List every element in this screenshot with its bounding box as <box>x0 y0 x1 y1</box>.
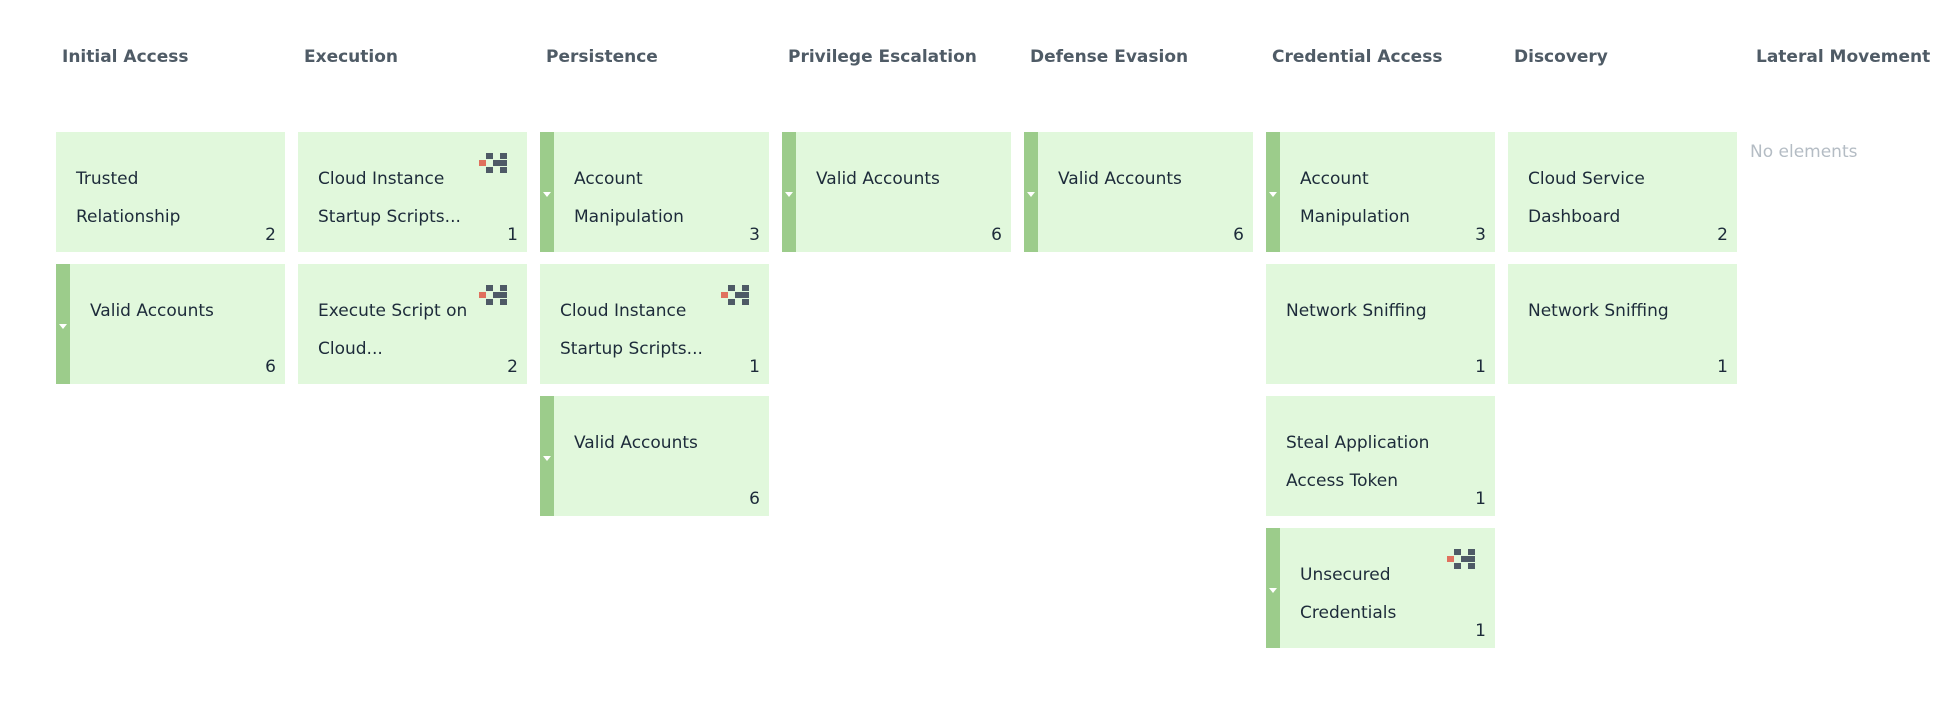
technique-name: Account Manipulation <box>574 169 684 227</box>
tactic-title[interactable]: Credential Access <box>1272 47 1442 67</box>
subtechnique-toggle[interactable] <box>1266 132 1280 252</box>
subtechnique-toggle[interactable] <box>540 396 554 516</box>
tactic-title[interactable]: Persistence <box>546 47 658 67</box>
tactic-title[interactable]: Lateral Movement <box>1756 47 1930 67</box>
caret-down-icon <box>1027 192 1035 197</box>
technique-name: Valid Accounts <box>1058 169 1182 189</box>
technique-list: Account Manipulation 3 Cloud Instance Star… <box>540 132 769 528</box>
technique-count: 3 <box>1475 225 1486 245</box>
technique-count: 2 <box>1717 225 1728 245</box>
provider-logo-icon <box>479 153 509 177</box>
technique-cell[interactable]: Valid Accounts 6 <box>540 396 769 516</box>
technique-list: Valid Accounts 6 <box>782 132 1011 264</box>
technique-list: Cloud Service Dashboard 2 Network Sniffing… <box>1508 132 1737 396</box>
technique-name: Account Manipulation <box>1300 169 1410 227</box>
technique-cell[interactable]: Valid Accounts 6 <box>1024 132 1253 252</box>
technique-cell[interactable]: Cloud Instance Startup Scripts... 1 <box>298 132 527 252</box>
technique-cell[interactable]: Account Manipulation 3 <box>1266 132 1495 252</box>
tactic-title[interactable]: Privilege Escalation <box>788 47 977 67</box>
technique-count: 1 <box>507 225 518 245</box>
technique-count: 1 <box>1475 621 1486 641</box>
technique-name: Network Sniffing <box>1528 301 1669 321</box>
technique-name: Trusted Relationship <box>76 169 181 227</box>
subtechnique-toggle[interactable] <box>782 132 796 252</box>
technique-cell[interactable]: Network Sniffing 1 <box>1266 264 1495 384</box>
caret-down-icon <box>543 192 551 197</box>
technique-name: Network Sniffing <box>1286 301 1427 321</box>
tactic-title[interactable]: Discovery <box>1514 47 1608 67</box>
technique-cell[interactable]: Unsecured Credentials 1 <box>1266 528 1495 648</box>
technique-cell[interactable]: Valid Accounts 6 <box>56 264 285 384</box>
technique-cell[interactable]: Account Manipulation 3 <box>540 132 769 252</box>
technique-count: 1 <box>1475 357 1486 377</box>
provider-logo-icon <box>1447 549 1477 573</box>
caret-down-icon <box>59 324 67 329</box>
technique-cell[interactable]: Valid Accounts 6 <box>782 132 1011 252</box>
technique-name: Valid Accounts <box>574 433 698 453</box>
subtechnique-toggle[interactable] <box>1024 132 1038 252</box>
technique-list: Cloud Instance Startup Scripts... 1 Execut… <box>298 132 527 396</box>
caret-down-icon <box>1269 192 1277 197</box>
technique-name: Valid Accounts <box>90 301 214 321</box>
technique-count: 1 <box>749 357 760 377</box>
technique-count: 6 <box>1233 225 1244 245</box>
caret-down-icon <box>785 192 793 197</box>
tactic-title[interactable]: Defense Evasion <box>1030 47 1188 67</box>
technique-list: Trusted Relationship 2 Valid Accounts 6 <box>56 132 285 396</box>
technique-count: 1 <box>1717 357 1728 377</box>
technique-cell[interactable]: Cloud Service Dashboard 2 <box>1508 132 1737 252</box>
tactic-title[interactable]: Execution <box>304 47 398 67</box>
technique-count: 1 <box>1475 489 1486 509</box>
technique-count: 6 <box>265 357 276 377</box>
tactic-title[interactable]: Initial Access <box>62 47 189 67</box>
technique-name: Execute Script on Cloud... <box>318 301 468 359</box>
technique-name: Valid Accounts <box>816 169 940 189</box>
technique-count: 2 <box>507 357 518 377</box>
technique-count: 3 <box>749 225 760 245</box>
technique-cell[interactable]: Trusted Relationship 2 <box>56 132 285 252</box>
subtechnique-toggle[interactable] <box>56 264 70 384</box>
provider-logo-icon <box>721 285 751 309</box>
attack-matrix: Initial Access Trusted Relationship 2 Valid… <box>56 0 1944 706</box>
technique-name: Cloud Instance Startup Scripts... <box>560 301 703 359</box>
technique-name: Cloud Service Dashboard <box>1528 169 1645 227</box>
technique-list: Account Manipulation 3 Network Sniffing 1 St… <box>1266 132 1495 660</box>
technique-cell[interactable]: Network Sniffing 1 <box>1508 264 1737 384</box>
no-elements-text: No elements <box>1750 142 1858 162</box>
subtechnique-toggle[interactable] <box>1266 528 1280 648</box>
technique-count: 6 <box>749 489 760 509</box>
technique-name: Unsecured Credentials <box>1300 565 1397 623</box>
caret-down-icon <box>543 456 551 461</box>
technique-count: 6 <box>991 225 1002 245</box>
provider-logo-icon <box>479 285 509 309</box>
technique-cell[interactable]: Steal Application Access Token 1 <box>1266 396 1495 516</box>
technique-cell[interactable]: Cloud Instance Startup Scripts... 1 <box>540 264 769 384</box>
technique-name: Cloud Instance Startup Scripts... <box>318 169 461 227</box>
technique-count: 2 <box>265 225 276 245</box>
subtechnique-toggle[interactable] <box>540 132 554 252</box>
technique-name: Steal Application Access Token <box>1286 433 1430 491</box>
technique-list: Valid Accounts 6 <box>1024 132 1253 264</box>
technique-cell[interactable]: Execute Script on Cloud... 2 <box>298 264 527 384</box>
caret-down-icon <box>1269 588 1277 593</box>
